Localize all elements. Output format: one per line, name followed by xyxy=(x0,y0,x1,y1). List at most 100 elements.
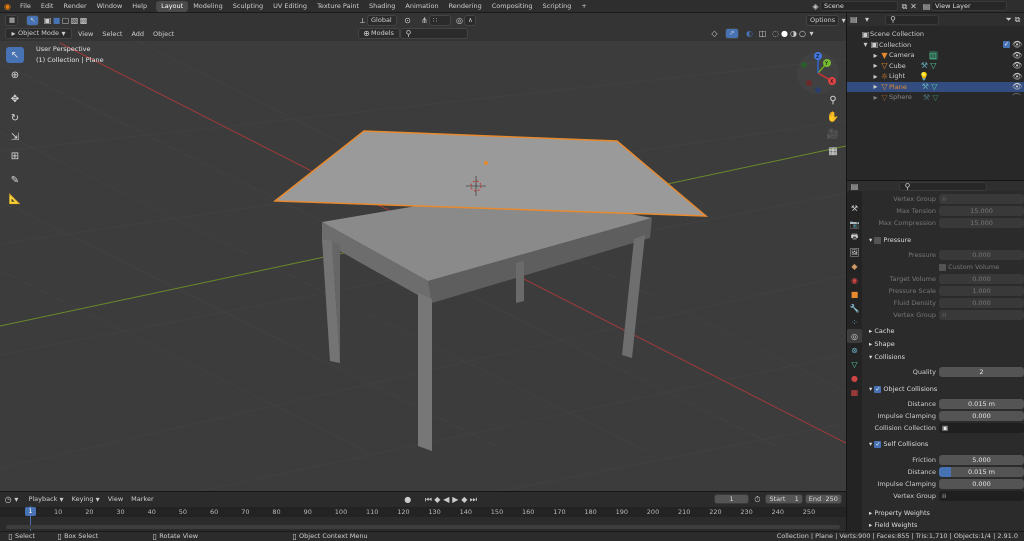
filter-icon[interactable]: ⏷ xyxy=(1005,15,1012,24)
scene-collection-row[interactable]: ▣ Scene Collection xyxy=(847,29,1024,40)
snap-type-icon[interactable]: ∷ xyxy=(429,15,451,26)
expand-icon[interactable]: ▸ xyxy=(871,82,880,91)
select-extend-icon[interactable]: ■ xyxy=(52,16,61,25)
custom-volume-option[interactable]: Custom Volume xyxy=(939,262,999,273)
outliner-item-cube[interactable]: ▸ ▽ Cube ⚒ ▽ 👁 xyxy=(847,61,1024,72)
editor-type-icon[interactable]: ▦ xyxy=(5,15,18,26)
quality-field[interactable]: 2 xyxy=(939,367,1024,377)
data-tab-icon[interactable]: ▽ xyxy=(847,357,862,371)
tab-compositing[interactable]: Compositing xyxy=(487,1,538,12)
pressure-checkbox[interactable] xyxy=(874,236,882,244)
annotate-tool-icon[interactable]: ✎ xyxy=(6,172,24,188)
tab-layout[interactable]: Layout xyxy=(156,1,189,12)
end-frame-field[interactable]: End 250 xyxy=(804,494,842,504)
scene-canvas[interactable] xyxy=(0,13,846,491)
timeline-scrollbar[interactable] xyxy=(6,525,840,529)
menu-view[interactable]: View xyxy=(108,495,123,503)
collision-collection-field[interactable]: ▣ xyxy=(939,423,1024,433)
outliner-item-light[interactable]: ▸ ☼ Light 💡 👁 xyxy=(847,71,1024,82)
expand-icon[interactable]: ▾ xyxy=(861,40,870,49)
fluid-density-field[interactable]: 0.000 xyxy=(939,298,1024,308)
editor-type-icon[interactable]: ◷ xyxy=(4,495,12,504)
material-shading-icon[interactable]: ◑ xyxy=(789,29,798,38)
orientation-dropdown[interactable]: Global xyxy=(367,15,397,26)
menu-window[interactable]: Window xyxy=(92,0,128,13)
expand-icon[interactable]: ▸ xyxy=(871,51,880,60)
scale-tool-icon[interactable]: ⇲ xyxy=(6,129,24,145)
view-layer-tab-icon[interactable]: 🖼 xyxy=(847,245,862,259)
visibility-eye-icon[interactable]: 👁 xyxy=(1012,61,1022,70)
xray-toggle-icon[interactable]: ◫ xyxy=(758,29,767,38)
view-object-types-icon[interactable]: ◇ xyxy=(710,29,719,38)
scene-field[interactable]: Scene xyxy=(820,1,898,11)
zoom-icon[interactable]: ⚲ xyxy=(826,93,840,107)
menu-help[interactable]: Help xyxy=(127,0,152,13)
select-tool-icon[interactable]: ↖ xyxy=(6,47,24,63)
display-mode-icon[interactable]: ▾ xyxy=(864,15,871,24)
pressure-field[interactable]: 0.000 xyxy=(939,250,1024,260)
menu-playback[interactable]: Playback xyxy=(28,495,57,503)
pressure-panel-header[interactable]: ▾ Pressure xyxy=(869,235,911,246)
tab-rendering[interactable]: Rendering xyxy=(444,1,487,12)
self-impulse-field[interactable]: 0.000 xyxy=(939,479,1024,489)
obj-distance-field[interactable]: 0.015 m xyxy=(939,399,1024,409)
3d-viewport[interactable]: ▦ ↖ ▣ ■ ▢ ▧ ▩ ▸ Object Mode ▾ View Selec… xyxy=(0,13,846,491)
navigation-gizmo[interactable]: X Y Z xyxy=(796,51,842,97)
collisions-panel-header[interactable]: ▾ Collisions xyxy=(869,352,905,363)
property-weights-header[interactable]: ▸ Property Weights xyxy=(869,508,930,519)
prev-keyframe-icon[interactable]: ◆ xyxy=(433,495,442,504)
outliner-item-camera[interactable]: ▸ ▼ Camera ◫ 👁 xyxy=(847,50,1024,61)
outliner-search-field[interactable]: ⚲ xyxy=(884,14,940,25)
rendered-shading-icon[interactable]: ○ xyxy=(798,29,807,38)
self-distance-field[interactable]: 0.015 m xyxy=(939,467,1024,477)
target-volume-field[interactable]: 0.000 xyxy=(939,274,1024,284)
proportional-edit-icon[interactable]: ◎ xyxy=(455,16,464,25)
render-tab-icon[interactable]: 📷 xyxy=(847,217,862,231)
frame-ruler[interactable]: 1102030405060708090100110120130140150160… xyxy=(0,507,846,517)
table-mesh[interactable] xyxy=(322,191,652,451)
transform-tool-icon[interactable]: ⊞ xyxy=(6,148,24,164)
menu-add[interactable]: Add xyxy=(131,30,144,38)
physics-tab-icon[interactable]: ◎ xyxy=(847,329,862,343)
collection-row[interactable]: ▾ ▣ Collection ✓ 👁 xyxy=(847,40,1024,51)
camera-data-icon[interactable]: ◫ xyxy=(928,50,938,60)
hidden-eye-icon[interactable]: ⌒ xyxy=(1012,93,1021,102)
world-tab-icon[interactable]: ◉ xyxy=(847,273,862,287)
menu-select[interactable]: Select xyxy=(102,30,122,38)
jump-start-icon[interactable]: ⏮ xyxy=(424,495,433,504)
max-tension-field[interactable]: 15.000 xyxy=(939,206,1024,216)
select-mode-button[interactable]: ↖ xyxy=(26,15,39,26)
blender-logo-icon[interactable]: ◉ xyxy=(3,2,12,11)
jump-end-icon[interactable]: ⏭ xyxy=(469,495,478,504)
field-weights-header[interactable]: ▸ Field Weights xyxy=(869,520,917,531)
cursor-tool-icon[interactable]: ⊕ xyxy=(6,67,24,83)
modifier-tab-icon[interactable]: 🔧 xyxy=(847,301,862,315)
tab-modeling[interactable]: Modeling xyxy=(188,1,228,12)
visibility-eye-icon[interactable]: 👁 xyxy=(1012,82,1022,91)
select-box-icon[interactable]: ▣ xyxy=(43,16,52,25)
obj-impulse-field[interactable]: 0.000 xyxy=(939,411,1024,421)
pivot-point-icon[interactable]: ⊙ xyxy=(403,16,412,25)
modifier-wrench-icon[interactable]: ⚒ xyxy=(921,82,930,91)
pressure-scale-field[interactable]: 1.000 xyxy=(939,286,1024,296)
select-subtract-icon[interactable]: ▢ xyxy=(61,16,70,25)
tab-shading[interactable]: Shading xyxy=(364,1,400,12)
mesh-data-icon[interactable]: ▽ xyxy=(929,61,938,70)
self-vertex-group-field[interactable]: ⁞⁞ xyxy=(939,491,1024,501)
material-tab-icon[interactable]: ● xyxy=(847,371,862,385)
perspective-grid-icon[interactable]: ▦ xyxy=(826,144,840,158)
outliner-editor-icon[interactable]: ▤ xyxy=(850,15,858,24)
friction-field[interactable]: 5.000 xyxy=(939,455,1024,465)
object-mode-dropdown[interactable]: ▸ Object Mode ▾ xyxy=(5,28,72,39)
chevron-down-icon[interactable]: ▾ xyxy=(12,495,20,504)
stopwatch-icon[interactable]: ⏱ xyxy=(753,495,761,504)
plane-mesh-selected[interactable] xyxy=(272,130,709,217)
gizmo-toggle-icon[interactable]: ↗ xyxy=(725,28,739,39)
outliner-item-sphere[interactable]: ▸ ▽ Sphere ⚒ ▽ ⌒ xyxy=(847,92,1024,103)
menu-file[interactable]: File xyxy=(15,0,36,13)
options-dropdown[interactable]: Options ▾ xyxy=(806,15,846,26)
tab-sculpting[interactable]: Sculpting xyxy=(228,1,268,12)
rotate-tool-icon[interactable]: ↻ xyxy=(6,110,24,126)
overlay-toggle-icon[interactable]: ◐ xyxy=(745,29,754,38)
constraints-tab-icon[interactable]: ⊗ xyxy=(847,343,862,357)
